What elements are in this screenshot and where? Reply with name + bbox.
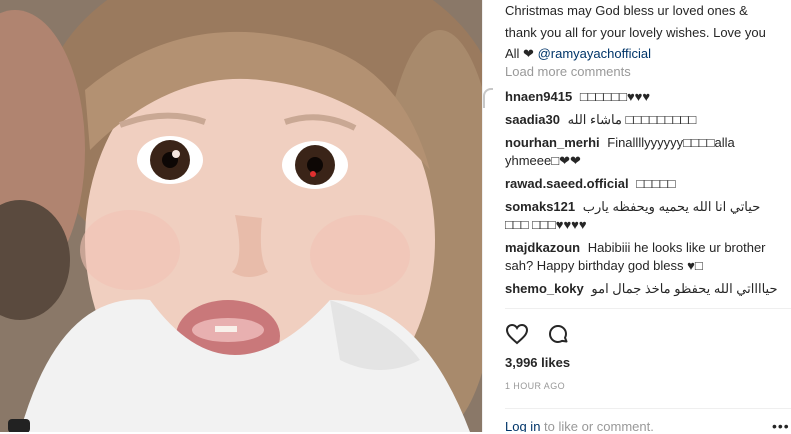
post-caption: Christmas may God bless ur loved ones & … xyxy=(505,0,783,65)
comment-item: shemo_koky حيااااتي الله يحفظو ماخذ جمال… xyxy=(505,280,785,298)
login-prompt: Log in to like or comment. xyxy=(505,419,654,432)
comment-item: hnaen9415 □□□□□□♥♥♥ xyxy=(505,88,785,106)
comment-username[interactable]: somaks121 xyxy=(505,199,575,214)
comment-text: حيااااتي الله يحفظو ماخذ جمال امو xyxy=(591,281,778,296)
actions-divider xyxy=(505,308,791,309)
comment-button[interactable] xyxy=(546,322,570,346)
comments-panel: Christmas may God bless ur loved ones & … xyxy=(483,0,791,432)
comment-text: □□□□□ xyxy=(636,176,676,191)
like-button[interactable] xyxy=(505,322,529,346)
likes-count[interactable]: 3,996 likes xyxy=(505,355,570,370)
comment-item: somaks121 حياتي انا الله يحميه ويحفظه يا… xyxy=(505,198,785,234)
caption-mention-link[interactable]: @ramyayachofficial xyxy=(538,46,651,61)
heart-icon xyxy=(505,323,529,345)
comment-username[interactable]: rawad.saeed.official xyxy=(505,176,629,191)
bottom-divider xyxy=(505,408,791,409)
comment-item: majdkazoun Habibiii he looks like ur bro… xyxy=(505,239,785,275)
comment-username[interactable]: majdkazoun xyxy=(505,240,580,255)
child-photo-illustration xyxy=(0,0,482,432)
comment-username[interactable]: saadia30 xyxy=(505,112,560,127)
camera-icon xyxy=(8,419,30,432)
comments-list: hnaen9415 □□□□□□♥♥♥ saadia30 ماشاء الله … xyxy=(505,88,785,303)
comment-item: saadia30 ماشاء الله □□□□□□□□□ xyxy=(505,111,785,129)
login-link[interactable]: Log in xyxy=(505,419,540,432)
comment-username[interactable]: shemo_koky xyxy=(505,281,584,296)
comment-text: ماشاء الله □□□□□□□□□ xyxy=(567,112,697,127)
comment-username[interactable]: hnaen9415 xyxy=(505,89,572,104)
comment-item: nourhan_merhi Finallllyyyyyy□□□□alla yhm… xyxy=(505,134,785,170)
scroll-indicator xyxy=(483,88,493,108)
speech-bubble-icon xyxy=(549,325,568,343)
login-prompt-text: to like or comment. xyxy=(540,419,654,432)
comment-username[interactable]: nourhan_merhi xyxy=(505,135,600,150)
comment-text: □□□□□□♥♥♥ xyxy=(579,89,651,104)
load-more-comments-button[interactable]: Load more comments xyxy=(505,64,631,79)
post-photo xyxy=(0,0,482,432)
post-timestamp[interactable]: 1 HOUR AGO xyxy=(505,381,565,391)
comment-item: rawad.saeed.official □□□□□ xyxy=(505,175,785,193)
